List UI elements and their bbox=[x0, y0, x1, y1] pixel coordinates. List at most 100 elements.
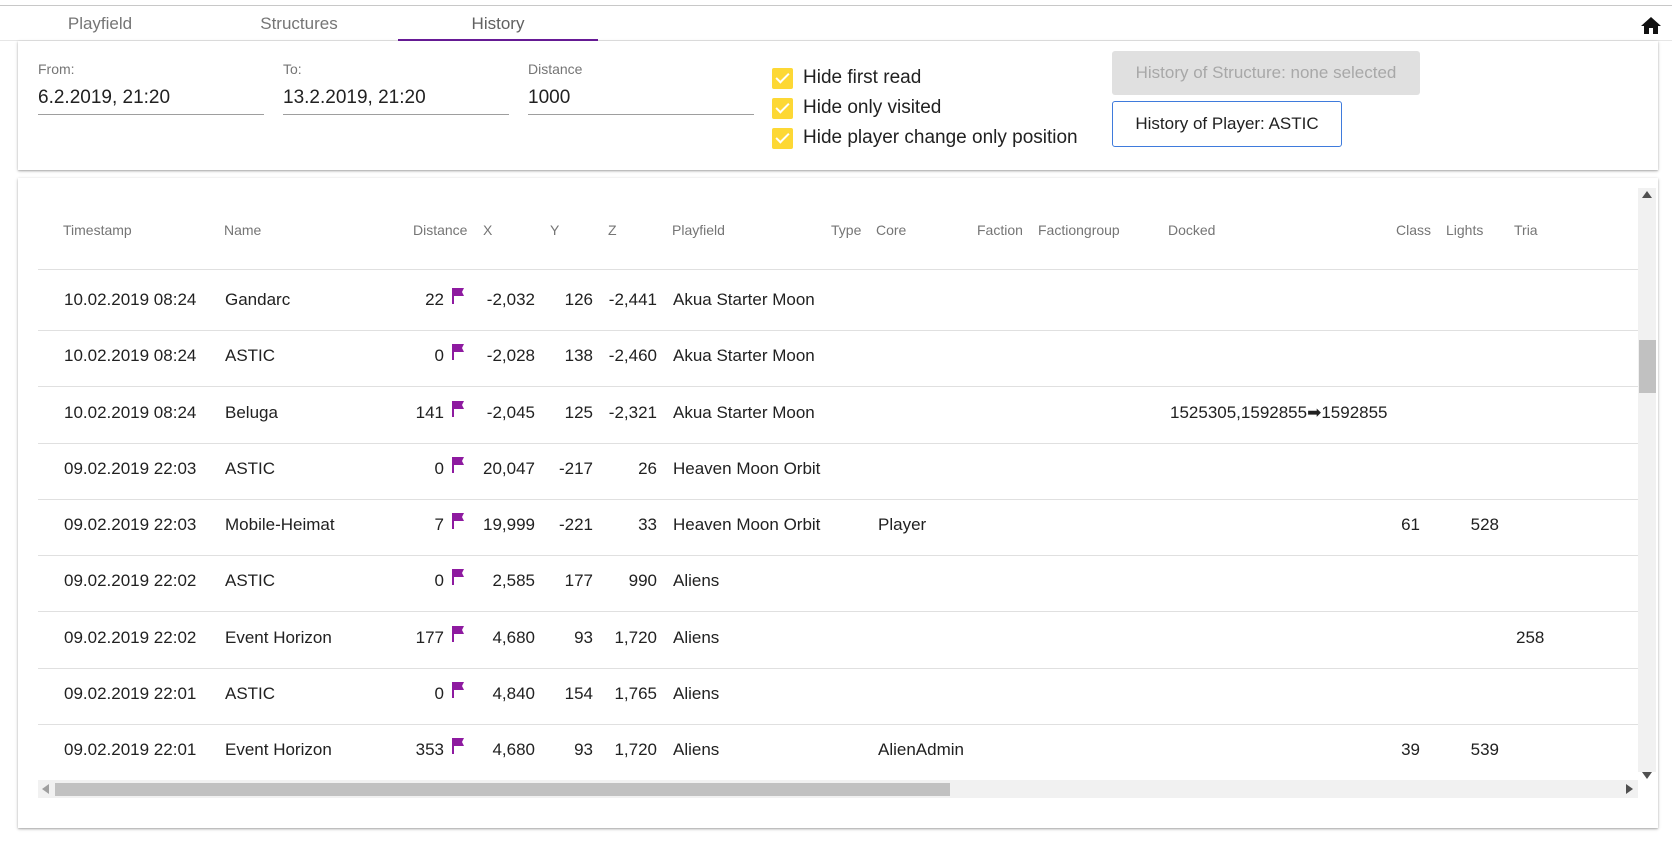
flag-icon[interactable] bbox=[451, 625, 465, 643]
cell-timestamp: 09.02.2019 22:02 bbox=[64, 571, 197, 591]
cell-z: 1,720 bbox=[614, 740, 657, 759]
tab-bar: Playfield Structures History bbox=[0, 6, 1672, 41]
hide-only-visited-checkbox[interactable]: Hide only visited bbox=[772, 93, 1078, 123]
cell-timestamp: 09.02.2019 22:03 bbox=[64, 458, 197, 478]
to-label: To: bbox=[283, 61, 302, 77]
checkbox-checked-icon[interactable] bbox=[772, 127, 793, 149]
cell-y: 125 bbox=[564, 402, 593, 422]
hide-first-read-checkbox[interactable]: Hide first read bbox=[772, 63, 1078, 93]
distance-label: Distance bbox=[528, 61, 583, 77]
cell-core: AlienAdmin bbox=[878, 740, 964, 759]
cell-core: Player bbox=[878, 515, 927, 534]
cell-timestamp: 10.02.2019 08:24 bbox=[64, 402, 197, 422]
vertical-scrollbar[interactable] bbox=[1638, 188, 1656, 772]
cell-z: -2,441 bbox=[608, 290, 657, 309]
cell-x: 4,680 bbox=[492, 740, 535, 759]
cell-distance: 353 bbox=[415, 740, 444, 759]
col-factiongroup[interactable]: Factiongroup bbox=[1038, 222, 1120, 238]
to-input[interactable]: 13.2.2019, 21:20 bbox=[283, 85, 509, 115]
to-field[interactable]: To: 13.2.2019, 21:20 bbox=[283, 61, 509, 115]
cell-playfield: Akua Starter Moon bbox=[673, 402, 815, 422]
table-row[interactable]: 09.02.2019 22:01 ASTIC 0 4,840 154 1,765 Alien… bbox=[38, 665, 1638, 725]
flag-icon[interactable] bbox=[451, 568, 465, 586]
vertical-scroll-thumb[interactable] bbox=[1639, 340, 1656, 393]
cell-distance: 7 bbox=[434, 515, 444, 534]
cell-z: 1,765 bbox=[614, 683, 657, 703]
cell-y: 154 bbox=[564, 683, 593, 703]
table-row[interactable]: 10.02.2019 08:24 Gandarc 22 -2,032 126 -2,441… bbox=[38, 271, 1638, 331]
flag-icon[interactable] bbox=[451, 681, 465, 699]
cell-tria: 258 bbox=[1516, 627, 1545, 647]
table-row[interactable]: 09.02.2019 22:01 Event Horizon 353 4,680 93 1… bbox=[38, 721, 1638, 781]
horizontal-scroll-thumb[interactable] bbox=[55, 783, 950, 796]
cell-playfield: Aliens bbox=[673, 683, 720, 703]
cell-name: Gandarc bbox=[225, 290, 291, 309]
distance-field[interactable]: Distance 1000 bbox=[528, 61, 754, 115]
hide-player-change-label: Hide player change only position bbox=[803, 127, 1078, 148]
cell-name: Mobile-Heimat bbox=[225, 515, 335, 534]
cell-timestamp: 10.02.2019 08:24 bbox=[64, 290, 197, 309]
col-playfield[interactable]: Playfield bbox=[672, 222, 725, 238]
cell-distance: 22 bbox=[425, 290, 444, 309]
col-z[interactable]: Z bbox=[608, 222, 617, 238]
flag-icon[interactable] bbox=[451, 287, 465, 305]
checkbox-checked-icon[interactable] bbox=[772, 97, 793, 119]
from-input[interactable]: 6.2.2019, 21:20 bbox=[38, 85, 264, 115]
table-row[interactable]: 10.02.2019 08:24 ASTIC 0 -2,028 138 -2,460 Aku… bbox=[38, 327, 1638, 388]
table-row[interactable]: 10.02.2019 08:24 Beluga 141 -2,045 125 -2,321… bbox=[38, 384, 1638, 444]
cell-z: -2,321 bbox=[608, 402, 657, 422]
table-row[interactable]: 09.02.2019 22:03 Mobile-Heimat 7 19,999 -221… bbox=[38, 496, 1638, 556]
col-type[interactable]: Type bbox=[831, 222, 861, 238]
cell-name: ASTIC bbox=[225, 458, 276, 478]
cell-y: 177 bbox=[564, 571, 593, 591]
tab-structures[interactable]: Structures bbox=[199, 6, 399, 41]
cell-x: 19,999 bbox=[483, 515, 535, 534]
cell-playfield: Akua Starter Moon bbox=[673, 346, 815, 366]
scroll-down-icon[interactable] bbox=[1642, 772, 1652, 779]
cell-lights: 528 bbox=[1470, 515, 1499, 534]
cell-name: ASTIC bbox=[225, 571, 276, 591]
col-x[interactable]: X bbox=[483, 222, 492, 238]
flag-icon[interactable] bbox=[451, 400, 465, 418]
flag-icon[interactable] bbox=[451, 737, 465, 755]
col-name[interactable]: Name bbox=[224, 222, 261, 238]
flag-icon[interactable] bbox=[451, 456, 465, 474]
col-faction[interactable]: Faction bbox=[977, 222, 1023, 238]
col-lights[interactable]: Lights bbox=[1446, 222, 1483, 238]
col-core[interactable]: Core bbox=[876, 222, 906, 238]
distance-input[interactable]: 1000 bbox=[528, 85, 754, 115]
col-docked[interactable]: Docked bbox=[1168, 222, 1215, 238]
flag-icon[interactable] bbox=[451, 512, 465, 530]
table-row[interactable]: 09.02.2019 22:02 ASTIC 0 2,585 177 990 Aliens bbox=[38, 552, 1638, 613]
scroll-right-icon[interactable] bbox=[1626, 784, 1633, 794]
tab-playfield[interactable]: Playfield bbox=[0, 6, 200, 41]
from-field[interactable]: From: 6.2.2019, 21:20 bbox=[38, 61, 264, 115]
cell-timestamp: 09.02.2019 22:03 bbox=[64, 515, 197, 534]
flag-icon[interactable] bbox=[451, 343, 465, 361]
col-tria[interactable]: Tria bbox=[1514, 222, 1538, 238]
cell-distance: 141 bbox=[415, 402, 444, 422]
cell-playfield: Heaven Moon Orbit bbox=[673, 458, 821, 478]
cell-z: -2,460 bbox=[608, 346, 657, 366]
checkbox-checked-icon[interactable] bbox=[772, 67, 793, 89]
table-row[interactable]: 09.02.2019 22:03 ASTIC 0 20,047 -217 26 Heaven… bbox=[38, 440, 1638, 500]
cell-z: 26 bbox=[638, 458, 657, 478]
col-class[interactable]: Class bbox=[1396, 222, 1431, 238]
tab-history[interactable]: History bbox=[398, 6, 598, 41]
cell-y: 93 bbox=[574, 627, 593, 647]
col-distance[interactable]: Distance bbox=[413, 222, 467, 238]
history-table-panel: Timestamp Name Distance X Y Z Playfield … bbox=[18, 178, 1658, 828]
cell-playfield: Aliens bbox=[673, 571, 720, 591]
col-timestamp[interactable]: Timestamp bbox=[63, 222, 132, 238]
hide-player-change-checkbox[interactable]: Hide player change only position bbox=[772, 123, 1078, 153]
cell-x: -2,028 bbox=[486, 346, 535, 366]
scroll-left-icon[interactable] bbox=[42, 784, 49, 794]
hide-first-read-label: Hide first read bbox=[803, 67, 922, 88]
col-y[interactable]: Y bbox=[550, 222, 559, 238]
cell-y: -221 bbox=[558, 515, 593, 534]
scroll-up-icon[interactable] bbox=[1642, 191, 1652, 198]
table-row[interactable]: 09.02.2019 22:02 Event Horizon 177 4,680 93 1… bbox=[38, 609, 1638, 669]
cell-z: 1,720 bbox=[614, 627, 657, 647]
home-icon[interactable] bbox=[1638, 14, 1664, 38]
player-history-button[interactable]: History of Player: ASTIC bbox=[1112, 101, 1342, 147]
